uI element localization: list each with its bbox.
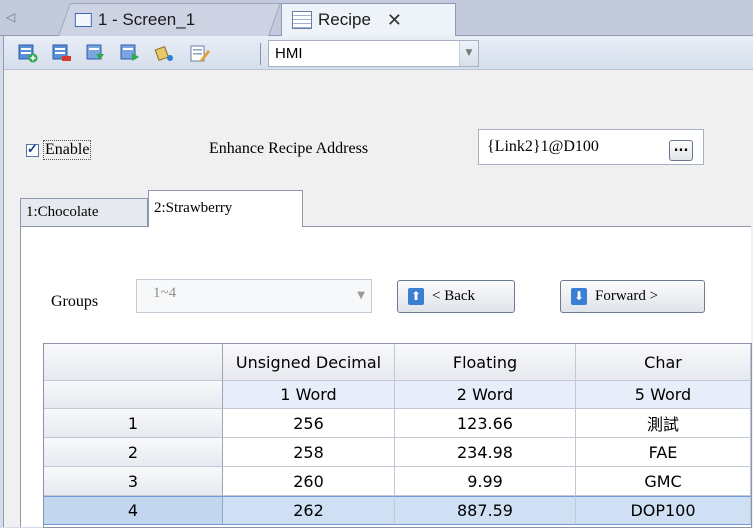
import-icon[interactable]: [86, 44, 106, 63]
chevron-down-icon: ▼: [357, 290, 365, 301]
target-select[interactable]: HMI ▼: [268, 40, 479, 67]
tab-label: Recipe: [318, 10, 371, 29]
back-button-label: < Back: [432, 288, 476, 304]
back-button[interactable]: ⬆ < Back: [397, 280, 515, 313]
table-cell[interactable]: 123.66: [395, 409, 576, 438]
address-value: {Link2}1@D100: [487, 138, 599, 155]
corner-cell[interactable]: [44, 344, 223, 381]
column-header[interactable]: Floating: [395, 344, 576, 381]
column-header-row: Unsigned Decimal Floating Char: [44, 344, 751, 381]
column-header[interactable]: Char: [576, 344, 751, 381]
table-cell[interactable]: 9.99: [395, 467, 576, 496]
table-cell[interactable]: DOP100: [576, 496, 751, 525]
groups-label: Groups: [51, 293, 99, 310]
enable-checkbox-row[interactable]: Enable: [26, 140, 92, 160]
table-cell[interactable]: 測試: [576, 409, 751, 438]
table-cell[interactable]: 262: [223, 496, 395, 525]
tab-strawberry[interactable]: 2:Strawberry: [148, 190, 303, 227]
row-header[interactable]: 2: [44, 438, 223, 467]
table-row[interactable]: 3 260 9.99 GMC: [44, 467, 751, 496]
table-cell[interactable]: GMC: [576, 467, 751, 496]
export-icon[interactable]: [120, 44, 140, 63]
tab-scroll-left-icon[interactable]: ◁: [6, 10, 18, 24]
table-row-selected[interactable]: 4 262 887.59 DOP100: [44, 496, 751, 525]
tab-recipe[interactable]: Recipe ✕: [281, 3, 456, 36]
recipe-grid[interactable]: Unsigned Decimal Floating Char 1 Word 2 …: [43, 343, 752, 528]
groups-select: 1~4 ▼: [136, 279, 372, 313]
target-select-value: HMI: [275, 45, 303, 62]
document-tab-strip: ◁ 1 - Screen_1 Recipe ✕: [0, 0, 753, 36]
screen-icon: [74, 13, 92, 27]
row-header: [44, 381, 223, 409]
tab-chocolate[interactable]: 1:Chocolate: [20, 198, 148, 226]
table-cell[interactable]: 887.59: [395, 496, 576, 525]
table-cell[interactable]: 260: [223, 467, 395, 496]
recipe-panel: Groups 1~4 ▼ ⬆ < Back ⬇ Forward > Unsign…: [20, 226, 752, 528]
table-cell[interactable]: 1 Word: [223, 381, 395, 409]
delete-row-icon[interactable]: [52, 44, 72, 63]
edit-icon[interactable]: [190, 44, 210, 63]
toolbar: HMI ▼: [4, 36, 753, 70]
close-icon[interactable]: ✕: [387, 10, 402, 31]
table-cell[interactable]: 5 Word: [576, 381, 751, 409]
enable-label: Enable: [43, 140, 92, 160]
word-size-row: 1 Word 2 Word 5 Word: [44, 381, 751, 409]
recipe-window: HMI ▼ Enable Enhance Recipe Address {Lin…: [3, 36, 753, 528]
recipe-table-icon: [292, 11, 312, 29]
forward-button[interactable]: ⬇ Forward >: [560, 280, 705, 313]
address-label: Enhance Recipe Address: [209, 140, 369, 157]
tab-label: 1 - Screen_1: [97, 10, 196, 29]
row-header[interactable]: 4: [44, 496, 223, 525]
table-row[interactable]: 2 258 234.98 FAE: [44, 438, 751, 467]
table-cell[interactable]: 234.98: [395, 438, 576, 467]
forward-button-label: Forward >: [595, 288, 659, 304]
address-field[interactable]: {Link2}1@D100 ...: [478, 129, 704, 165]
table-row[interactable]: 1 256 123.66 測試: [44, 409, 751, 438]
table-cell[interactable]: FAE: [576, 438, 751, 467]
browse-address-button[interactable]: ...: [669, 140, 693, 161]
fill-icon[interactable]: [154, 44, 174, 63]
arrow-up-icon: ⬆: [408, 288, 424, 305]
tab-screen-1[interactable]: 1 - Screen_1: [57, 3, 282, 36]
add-row-icon[interactable]: [18, 44, 38, 63]
table-cell[interactable]: 258: [223, 438, 395, 467]
chevron-down-icon[interactable]: ▼: [459, 41, 478, 66]
table-cell[interactable]: 2 Word: [395, 381, 576, 409]
enable-checkbox[interactable]: [26, 141, 39, 157]
groups-select-value: 1~4: [153, 285, 177, 301]
arrow-down-icon: ⬇: [571, 288, 587, 305]
row-header[interactable]: 1: [44, 409, 223, 438]
toolbar-separator: [260, 43, 261, 65]
column-header[interactable]: Unsigned Decimal: [223, 344, 395, 381]
row-header[interactable]: 3: [44, 467, 223, 496]
table-cell[interactable]: 256: [223, 409, 395, 438]
